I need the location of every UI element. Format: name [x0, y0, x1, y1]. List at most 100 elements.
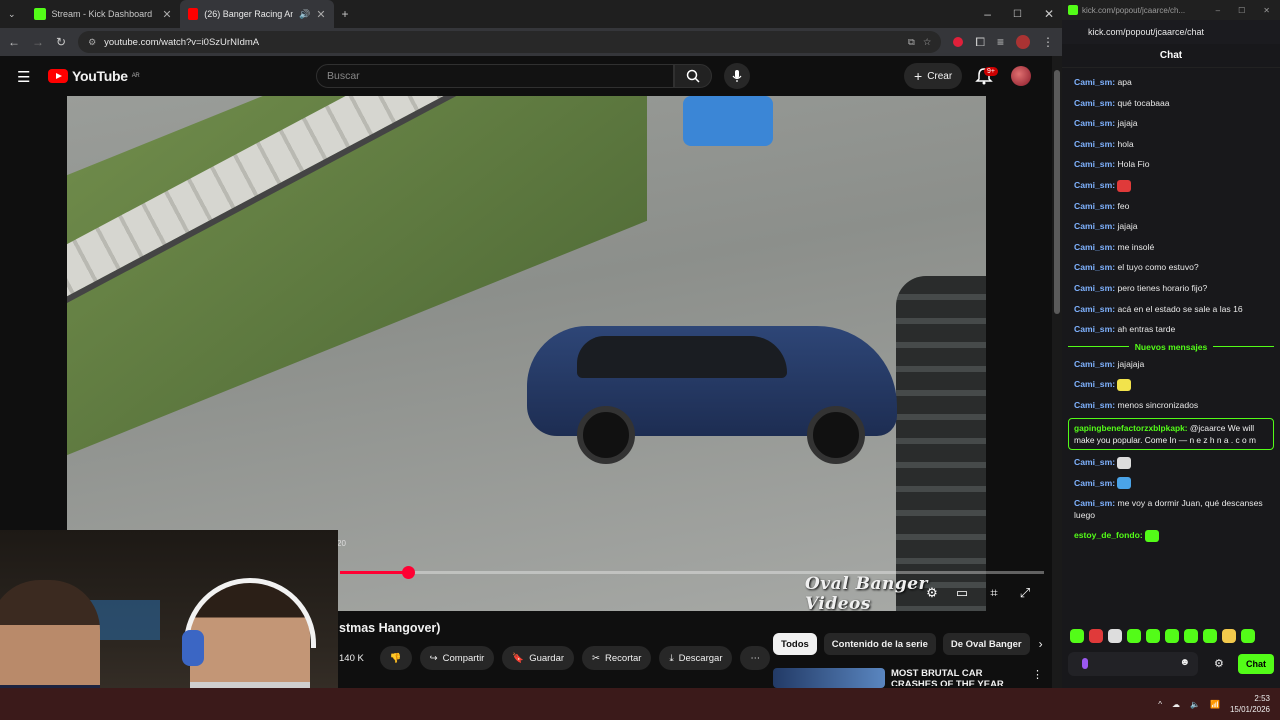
chat-username[interactable]: Cami_sm:	[1074, 159, 1115, 169]
wifi-icon[interactable]: 📶	[1210, 700, 1220, 709]
close-window-icon[interactable]: ✕	[1044, 7, 1054, 21]
emoji-icon[interactable]: ☻	[1179, 657, 1190, 668]
create-label: Crear	[927, 70, 953, 82]
fullscreen-icon[interactable]: ⤢	[1016, 584, 1034, 602]
emote-icon[interactable]	[1222, 629, 1236, 643]
recommendation-title[interactable]: MOST BRUTAL CAR CRASHES OF THE YEAR 2024	[891, 668, 1026, 686]
media-control-icon[interactable]: ≡	[997, 35, 1004, 49]
emote-icon[interactable]	[1146, 629, 1160, 643]
account-avatar[interactable]	[1011, 66, 1031, 86]
like-button[interactable]: 140 K	[339, 646, 372, 670]
emote-icon[interactable]	[1108, 629, 1122, 643]
search-input[interactable]: Buscar	[316, 64, 674, 88]
tray-chevron-icon[interactable]: ^	[1158, 700, 1162, 709]
chat-username[interactable]: Cami_sm:	[1074, 324, 1115, 334]
chat-minimize-icon[interactable]: –	[1216, 6, 1220, 15]
more-actions-button[interactable]: ⋯	[740, 646, 770, 670]
address-bar[interactable]: ⚙ youtube.com/watch?v=i0SzUrNIdmA ⧉ ☆	[78, 31, 942, 53]
minimize-icon[interactable]: –	[984, 7, 991, 21]
voice-search-button[interactable]	[724, 63, 750, 89]
recommendation-menu-icon[interactable]: ⋮	[1032, 668, 1043, 681]
miniplayer-icon[interactable]: ▭	[953, 584, 971, 602]
chat-username[interactable]: Cami_sm:	[1074, 98, 1115, 108]
chat-username[interactable]: Cami_sm:	[1074, 201, 1115, 211]
chip-channel[interactable]: De Oval Banger	[942, 633, 1030, 655]
chat-username[interactable]: Cami_sm:	[1074, 139, 1115, 149]
new-tab-icon[interactable]: +	[342, 7, 349, 21]
chat-username[interactable]: estoy_de_fondo:	[1074, 530, 1143, 540]
site-info-icon[interactable]: ⚙	[88, 37, 96, 48]
progress-bar[interactable]	[340, 571, 1044, 574]
extension-record-icon[interactable]	[953, 37, 964, 47]
recommendation-thumbnail[interactable]	[773, 668, 885, 688]
forward-icon[interactable]: →	[32, 35, 44, 49]
microphone-icon[interactable]	[1082, 658, 1088, 669]
emote-icon[interactable]	[1070, 629, 1084, 643]
tab-kick-dashboard[interactable]: Stream - Kick Dashboard ✕	[26, 0, 180, 28]
chat-username[interactable]: Cami_sm:	[1074, 478, 1115, 488]
download-button[interactable]: ⤓ Descargar	[659, 646, 733, 670]
page-scrollbar[interactable]	[1052, 56, 1062, 688]
chat-username[interactable]: Cami_sm:	[1074, 221, 1115, 231]
chat-username[interactable]: Cami_sm:	[1074, 118, 1115, 128]
scissors-icon: ✂	[592, 652, 601, 664]
chat-maximize-icon[interactable]: ☐	[1238, 6, 1245, 15]
send-chat-button[interactable]: Chat	[1238, 654, 1274, 674]
create-button[interactable]: + Crear	[904, 63, 963, 89]
chat-username[interactable]: Cami_sm:	[1074, 379, 1115, 389]
chat-username[interactable]: Cami_sm:	[1074, 457, 1115, 467]
chat-username[interactable]: Cami_sm:	[1074, 242, 1115, 252]
youtube-logo[interactable]: YouTube AR	[48, 68, 140, 84]
dislike-button[interactable]: 👎	[379, 646, 412, 670]
chip-all[interactable]: Todos	[773, 633, 817, 655]
windows-taskbar: ^ ☁ 🔈 📶 2:53 15/01/2026	[0, 688, 1280, 720]
chat-username[interactable]: Cami_sm:	[1074, 400, 1115, 410]
tab-youtube-video[interactable]: (26) Banger Racing Angme 🔊 ✕	[179, 0, 334, 28]
settings-gear-icon[interactable]: ⚙	[923, 584, 941, 602]
cast-icon[interactable]: ⌗	[985, 584, 1003, 602]
save-button[interactable]: 🔖 Guardar	[502, 646, 575, 670]
browser-menu-icon[interactable]: ⋮	[1042, 35, 1054, 49]
bookmark-star-icon[interactable]: ☆	[923, 37, 932, 48]
chat-username[interactable]: gapingbenefactorzxblpkapk:	[1074, 423, 1188, 433]
chat-username[interactable]: Cami_sm:	[1074, 283, 1115, 293]
chat-settings-icon[interactable]: ⚙	[1214, 657, 1224, 670]
emote-icon[interactable]	[1165, 629, 1179, 643]
emote-icon[interactable]	[1089, 629, 1103, 643]
chat-username[interactable]: Cami_sm:	[1074, 262, 1115, 272]
network-icon[interactable]: ☁	[1172, 700, 1180, 709]
chat-username[interactable]: Cami_sm:	[1074, 304, 1115, 314]
back-icon[interactable]: ←	[8, 35, 20, 49]
hamburger-menu-icon[interactable]: ☰	[17, 68, 30, 86]
install-icon[interactable]: ⧉	[908, 37, 915, 48]
share-button[interactable]: ↪ Compartir	[419, 646, 495, 670]
extensions-icon[interactable]: ⧠	[975, 35, 985, 50]
reload-icon[interactable]: ↻	[56, 35, 66, 49]
chat-username[interactable]: Cami_sm:	[1074, 498, 1115, 508]
chevron-right-icon[interactable]: ›	[1039, 637, 1043, 651]
chat-username[interactable]: Cami_sm:	[1074, 77, 1115, 87]
chat-close-icon[interactable]: ✕	[1263, 6, 1270, 15]
maximize-icon[interactable]: ☐	[1013, 9, 1022, 20]
chip-series[interactable]: Contenido de la serie	[823, 633, 936, 655]
emote-icon[interactable]	[1241, 629, 1255, 643]
chat-username[interactable]: Cami_sm:	[1074, 180, 1115, 190]
scrollbar-thumb[interactable]	[1054, 70, 1060, 314]
emote-icon[interactable]	[1203, 629, 1217, 643]
chat-message-input[interactable]: ☻	[1068, 652, 1198, 676]
audio-playing-icon[interactable]: 🔊	[299, 9, 310, 20]
taskbar-clock[interactable]: 2:53 15/01/2026	[1230, 693, 1270, 715]
search-button[interactable]	[674, 64, 712, 88]
chat-address: kick.com/popout/jcaarce/chat	[1062, 20, 1280, 44]
emote-icon[interactable]	[1127, 629, 1141, 643]
clip-button[interactable]: ✂ Recortar	[582, 646, 652, 670]
tab-list-icon[interactable]: ⌄	[8, 9, 16, 20]
chat-message: Cami_sm: pero tienes horario fijo?	[1062, 278, 1280, 299]
profile-icon[interactable]	[1016, 35, 1030, 49]
close-tab-icon[interactable]: ✕	[162, 8, 171, 21]
chat-username[interactable]: Cami_sm:	[1074, 359, 1115, 369]
share-label: Compartir	[442, 652, 485, 664]
emote-icon[interactable]	[1184, 629, 1198, 643]
volume-icon[interactable]: 🔈	[1190, 700, 1200, 709]
close-tab-icon[interactable]: ✕	[316, 8, 325, 21]
